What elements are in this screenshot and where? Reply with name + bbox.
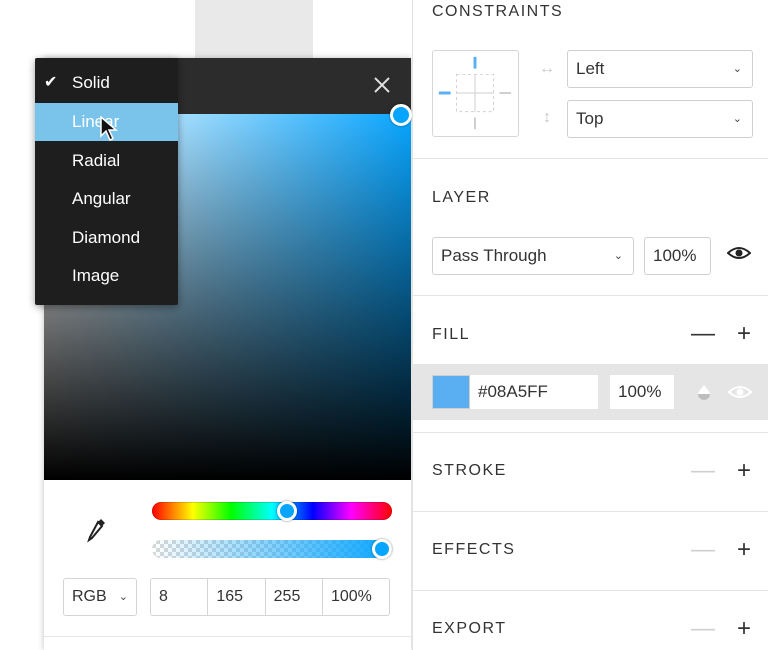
select-value: Top: [576, 109, 604, 128]
effects-title: EFFECTS: [432, 541, 516, 558]
divider: [44, 636, 411, 637]
stroke-title: STROKE: [432, 462, 507, 479]
blend-mode-select[interactable]: Pass Through ⌄: [432, 237, 634, 275]
mouse-cursor-icon: [99, 115, 119, 142]
fill-hex-input[interactable]: #08A5FF: [470, 375, 598, 409]
menu-item-label: Angular: [72, 189, 131, 208]
menu-item-angular[interactable]: Angular: [35, 180, 178, 218]
checkmark-icon: ✔: [44, 74, 58, 91]
menu-item-solid[interactable]: ✔ Solid: [35, 64, 178, 102]
menu-item-label: Diamond: [72, 228, 141, 247]
alpha-slider[interactable]: [152, 539, 392, 559]
vertical-arrows-icon: ↕: [543, 109, 551, 126]
fill-color-swatch[interactable]: [432, 375, 470, 409]
green-input[interactable]: 165: [208, 579, 266, 615]
select-value: Pass Through: [441, 246, 547, 265]
divider: [413, 432, 768, 433]
remove-export-button[interactable]: —: [691, 617, 715, 641]
remove-stroke-button[interactable]: —: [691, 459, 715, 483]
layer-opacity-input[interactable]: 100%: [644, 237, 711, 275]
menu-item-diamond[interactable]: Diamond: [35, 219, 178, 257]
horizontal-arrows-icon: ↔: [539, 60, 555, 77]
layer-title: LAYER: [432, 189, 491, 206]
fill-row[interactable]: #08A5FF 100%: [413, 364, 768, 420]
divider: [413, 511, 768, 512]
hue-slider-handle[interactable]: [277, 501, 298, 521]
color-model-select[interactable]: RGB ⌄: [63, 578, 137, 616]
fill-type-menu: ✔ Solid Linear Radial Angular Diamond Im…: [35, 58, 178, 305]
canvas-object[interactable]: [195, 0, 313, 58]
select-value: Left: [576, 59, 605, 78]
constraint-widget[interactable]: [432, 50, 519, 137]
close-icon[interactable]: [369, 72, 395, 98]
properties-panel: CONSTRAINTS ↔ ↕ Left ⌄ Top ⌄ LAYER Pass …: [412, 0, 768, 650]
fill-opacity-input[interactable]: 100%: [610, 375, 674, 409]
export-title: EXPORT: [432, 620, 507, 637]
alpha-slider-handle[interactable]: [372, 539, 392, 559]
menu-item-image[interactable]: Image: [35, 257, 178, 295]
input-value: 100%: [653, 246, 697, 265]
constraints-title: CONSTRAINTS: [432, 3, 564, 20]
menu-item-label: Solid: [72, 73, 110, 92]
fill-title: FILL: [432, 326, 471, 343]
chevron-down-icon: ⌄: [118, 591, 128, 603]
menu-item-radial[interactable]: Radial: [35, 142, 178, 180]
add-export-button[interactable]: +: [737, 617, 751, 641]
remove-effect-button[interactable]: —: [691, 538, 715, 562]
eyedropper-icon[interactable]: [86, 516, 108, 544]
alpha-input[interactable]: 100%: [323, 579, 389, 615]
blend-drop-icon[interactable]: [697, 384, 711, 405]
menu-item-label: Image: [72, 266, 120, 285]
add-fill-button[interactable]: +: [737, 322, 751, 346]
chevron-down-icon: ⌄: [732, 113, 742, 125]
chevron-down-icon: ⌄: [613, 250, 623, 262]
hue-slider[interactable]: [152, 501, 392, 521]
red-input[interactable]: 8: [151, 579, 209, 615]
chevron-down-icon: ⌄: [732, 63, 742, 75]
vertical-constraint-select[interactable]: Top ⌄: [567, 100, 753, 138]
color-handle[interactable]: [390, 104, 412, 126]
color-model-label: RGB: [72, 588, 107, 605]
eye-icon[interactable]: [727, 384, 753, 405]
divider: [413, 158, 768, 159]
blue-input[interactable]: 255: [266, 579, 323, 615]
divider: [413, 295, 768, 296]
menu-item-label: Radial: [72, 151, 121, 170]
horizontal-constraint-select[interactable]: Left ⌄: [567, 50, 753, 88]
add-effect-button[interactable]: +: [737, 538, 751, 562]
eye-icon[interactable]: [726, 245, 752, 266]
remove-fill-button[interactable]: —: [691, 322, 715, 346]
add-stroke-button[interactable]: +: [737, 459, 751, 483]
divider: [413, 590, 768, 591]
rgb-inputs: 8 165 255 100%: [150, 578, 390, 616]
